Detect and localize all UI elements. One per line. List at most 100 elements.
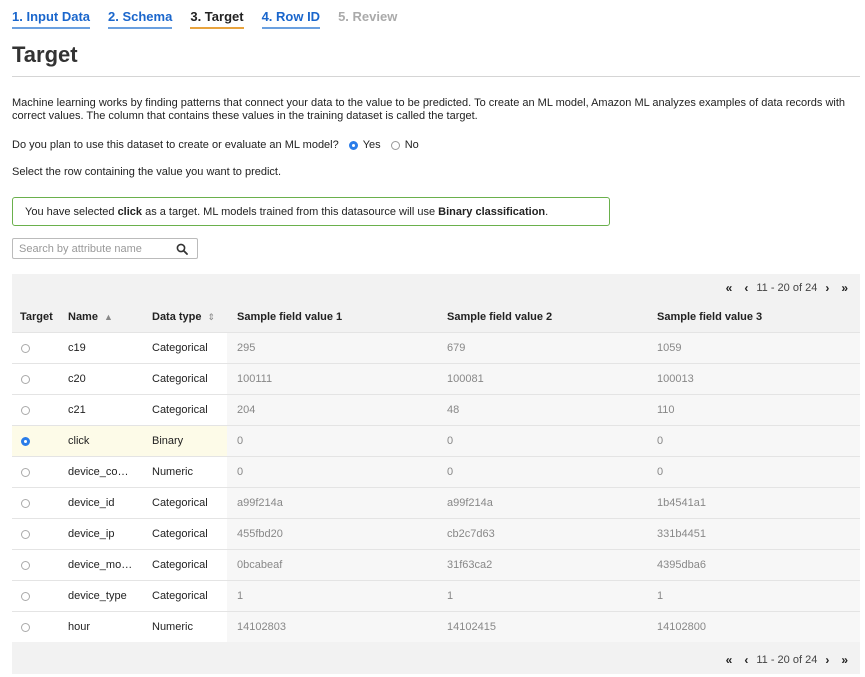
attribute-data-type: Binary <box>142 426 227 456</box>
sample-value-2: 0 <box>437 457 647 487</box>
sample-value-1: 100111 <box>227 364 437 394</box>
no-label: No <box>404 139 419 151</box>
target-cell <box>12 488 60 518</box>
last-page-button[interactable]: » <box>835 281 854 295</box>
sample-value-1: 14102803 <box>227 612 437 642</box>
attribute-name: device_co… <box>68 466 129 478</box>
sample-value-1: 204 <box>227 395 437 425</box>
search-box <box>12 238 198 259</box>
sample-value-3: 331b4451 <box>647 519 860 549</box>
search-input[interactable] <box>13 242 173 255</box>
attribute-name: c21 <box>68 404 86 416</box>
sample-value-2: cb2c7d63 <box>437 519 647 549</box>
target-radio[interactable] <box>21 622 30 632</box>
table-row[interactable]: c21 Categorical 204 48 110 <box>12 394 860 425</box>
step-target[interactable]: 3. Target <box>190 9 244 29</box>
target-radio[interactable] <box>21 436 30 446</box>
sample-value-1: 1 <box>227 581 437 611</box>
sample-value-3: 1059 <box>647 333 860 363</box>
target-radio[interactable] <box>21 591 30 601</box>
yes-label: Yes <box>362 139 381 151</box>
attribute-data-type: Categorical <box>152 342 208 354</box>
page-title: Target <box>12 42 78 67</box>
info-middle: as a target. ML models trained from this… <box>142 206 439 218</box>
table-body: c19 Categorical 295 679 1059 c20 Categorical 10… <box>12 332 860 642</box>
header-name-label: Name <box>68 311 98 323</box>
target-cell <box>12 395 60 425</box>
info-prefix: You have selected <box>25 206 118 218</box>
info-target-name: click <box>117 206 143 218</box>
info-suffix: . <box>545 206 549 218</box>
target-radio[interactable] <box>21 529 30 539</box>
table-row[interactable]: hour Numeric 14102803 14102415 14102800 <box>12 611 860 642</box>
table-row[interactable]: c19 Categorical 295 679 1059 <box>12 332 860 363</box>
title-divider <box>12 76 860 77</box>
header-target: Target <box>20 311 53 323</box>
table-row[interactable]: device_co… Numeric 0 0 0 <box>12 456 860 487</box>
attribute-name: c19 <box>68 342 86 354</box>
attribute-data-type: Numeric <box>152 466 193 478</box>
attributes-table: « ‹ 11 - 20 of 24 › » Target Name ▲ Data … <box>12 274 860 674</box>
sample-value-1: a99f214a <box>227 488 437 518</box>
table-row[interactable]: device_type Categorical 1 1 1 <box>12 580 860 611</box>
step-row-id[interactable]: 4. Row ID <box>261 9 321 29</box>
prev-page-button[interactable]: ‹ <box>738 281 754 295</box>
no-option[interactable]: No <box>390 139 419 151</box>
header-data-type-label: Data type <box>152 311 202 323</box>
table-row[interactable]: device_ip Categorical 455fbd20 cb2c7d63 331b… <box>12 518 860 549</box>
sort-icon[interactable]: ⇕ <box>208 312 216 322</box>
attribute-name: click <box>60 426 142 456</box>
page-range: 11 - 20 of 24 <box>756 282 818 294</box>
table-row[interactable]: device_mo… Categorical 0bcabeaf 31f63ca2 439… <box>12 549 860 580</box>
target-radio[interactable] <box>21 374 30 384</box>
yes-option[interactable]: Yes <box>348 139 381 151</box>
attribute-name: device_mo… <box>68 559 133 571</box>
attribute-name: device_ip <box>68 528 115 540</box>
first-page-button[interactable]: « <box>720 281 739 295</box>
sample-value-2: 48 <box>437 395 647 425</box>
target-cell <box>12 581 60 611</box>
next-page-button[interactable]: › <box>819 653 835 667</box>
sample-value-3: 1 <box>647 581 860 611</box>
attribute-data-type: Categorical <box>152 528 208 540</box>
usage-question: Do you plan to use this dataset to creat… <box>12 139 419 151</box>
sample-value-3: 0 <box>647 426 860 456</box>
target-radio[interactable] <box>21 343 30 353</box>
info-model-type: Binary classification <box>438 206 546 218</box>
next-page-button[interactable]: › <box>819 281 835 295</box>
step-schema[interactable]: 2. Schema <box>108 9 173 29</box>
attribute-data-type: Categorical <box>152 373 208 385</box>
header-sample-2: Sample field value 2 <box>447 311 553 323</box>
sample-value-2: 100081 <box>437 364 647 394</box>
header-data-type[interactable]: Data type ⇕ <box>142 311 227 323</box>
attribute-data-type: Numeric <box>152 621 193 633</box>
sample-value-3: 100013 <box>647 364 860 394</box>
sample-value-1: 0 <box>227 426 437 456</box>
header-name[interactable]: Name ▲ <box>60 311 142 323</box>
sort-asc-icon[interactable]: ▲ <box>104 312 113 322</box>
search-icon[interactable] <box>173 240 191 258</box>
sample-value-1: 0bcabeaf <box>227 550 437 580</box>
sample-value-1: 295 <box>227 333 437 363</box>
target-radio[interactable] <box>21 405 30 415</box>
first-page-button[interactable]: « <box>720 653 739 667</box>
table-row[interactable]: click Binary 0 0 0 <box>12 425 860 456</box>
target-radio[interactable] <box>21 560 30 570</box>
sample-value-2: 1 <box>437 581 647 611</box>
sample-value-1: 455fbd20 <box>227 519 437 549</box>
table-row[interactable]: device_id Categorical a99f214a a99f214a 1b45… <box>12 487 860 518</box>
sample-value-2: 679 <box>437 333 647 363</box>
target-cell <box>12 426 60 456</box>
target-info-box: You have selected click as a target. ML … <box>12 197 610 226</box>
target-radio[interactable] <box>21 498 30 508</box>
header-sample-1: Sample field value 1 <box>237 311 343 323</box>
page-range: 11 - 20 of 24 <box>756 654 818 666</box>
last-page-button[interactable]: » <box>835 653 854 667</box>
prev-page-button[interactable]: ‹ <box>738 653 754 667</box>
no-radio[interactable] <box>390 140 400 150</box>
step-input-data[interactable]: 1. Input Data <box>12 9 91 29</box>
yes-radio[interactable] <box>348 140 358 150</box>
target-radio[interactable] <box>21 467 30 477</box>
table-row[interactable]: c20 Categorical 100111 100081 100013 <box>12 363 860 394</box>
target-cell <box>12 364 60 394</box>
